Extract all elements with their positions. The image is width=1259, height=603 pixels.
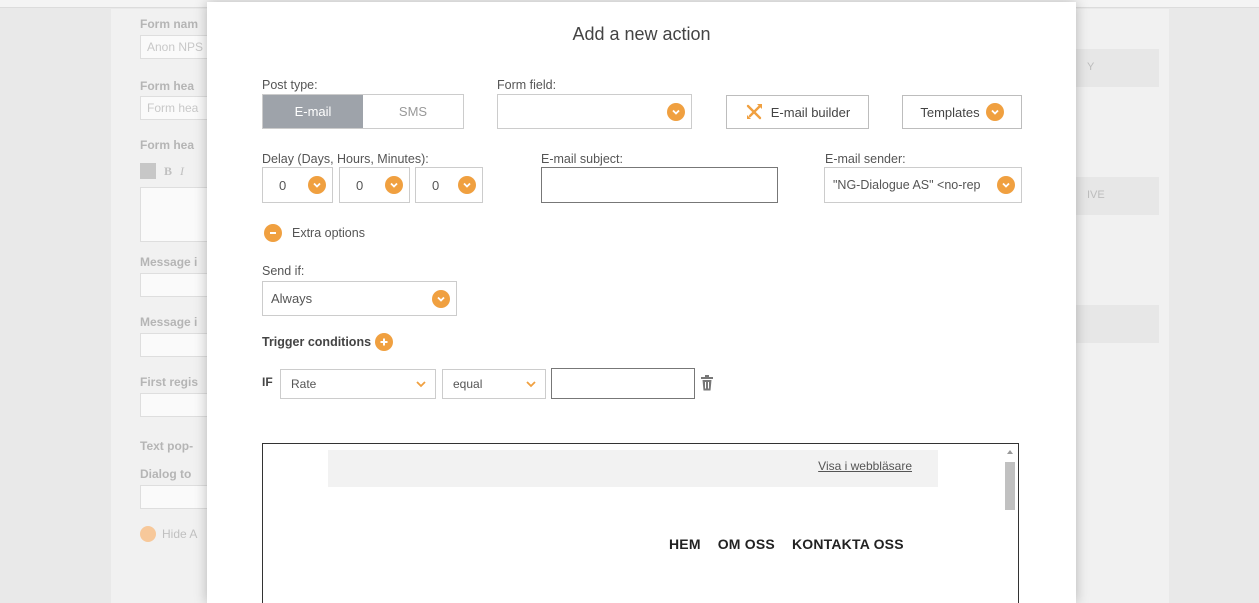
condition-field-value: Rate [291, 377, 317, 391]
chevron-down-icon [526, 381, 536, 388]
bg-form-header-label: Form hea [140, 79, 195, 93]
send-if-label: Send if: [262, 264, 305, 278]
view-in-browser-link[interactable]: Visa i webbläsare [818, 459, 912, 473]
chevron-down-icon [667, 102, 685, 121]
delay-days-value: 0 [279, 177, 287, 193]
bg-italic-icon: I [180, 163, 184, 178]
delay-days-select[interactable]: 0 [262, 167, 333, 203]
bg-format-icon [140, 163, 156, 179]
delay-minutes-value: 0 [432, 177, 440, 193]
chevron-down-icon [458, 176, 476, 194]
extra-options-label: Extra options [292, 226, 365, 240]
send-if-select[interactable]: Always [262, 281, 457, 316]
bg-hide-label: Hide A [162, 527, 198, 541]
preview-nav-contact[interactable]: KONTAKTA OSS [792, 536, 904, 552]
preview-nav: HEM OM OSS KONTAKTA OSS [669, 536, 904, 552]
post-type-toggle: E-mail SMS [262, 94, 464, 129]
bg-form-name-label: Form nam [140, 17, 199, 31]
preview-top-bar: Visa i webbläsare [328, 450, 938, 487]
condition-value-input[interactable] [551, 368, 695, 399]
post-type-email-button[interactable]: E-mail [263, 95, 363, 128]
bg-minus-icon [140, 526, 156, 542]
condition-field-select[interactable]: Rate [280, 369, 436, 399]
extra-options-toggle[interactable]: Extra options [264, 224, 365, 242]
email-builder-button[interactable]: E-mail builder [726, 95, 869, 129]
email-sender-label: E-mail sender: [825, 152, 906, 166]
condition-operator-value: equal [453, 377, 483, 391]
bg-hide-toggle: Hide A [140, 526, 197, 542]
bg-first-reg-label: First regis [140, 375, 199, 389]
templates-button[interactable]: Templates [902, 95, 1022, 129]
background-form: Form nam Anon NPS Form hea Form hea Form… [111, 9, 220, 603]
condition-operator-select[interactable]: equal [442, 369, 546, 399]
templates-label: Templates [920, 104, 980, 120]
post-type-label: Post type: [262, 78, 318, 92]
post-type-sms-button[interactable]: SMS [363, 95, 463, 128]
email-sender-value: "NG-Dialogue AS" <no-rep [833, 178, 981, 192]
form-field-select[interactable] [497, 94, 692, 129]
bg-text-pop-label: Text pop- [140, 439, 194, 453]
preview-nav-home[interactable]: HEM [669, 536, 701, 552]
trigger-conditions: Trigger conditions [262, 333, 394, 351]
bg-message1-label: Message i [140, 255, 198, 269]
preview-scrollbar[interactable] [1002, 444, 1018, 603]
chevron-down-icon [308, 176, 326, 194]
scroll-thumb[interactable] [1005, 462, 1015, 510]
send-if-value: Always [271, 291, 313, 306]
bg-right-bar-3 [1069, 305, 1159, 343]
email-subject-label: E-mail subject: [541, 152, 623, 166]
chevron-down-icon [416, 381, 426, 388]
modal-title: Add a new action [572, 24, 711, 44]
preview-nav-about[interactable]: OM OSS [718, 536, 775, 552]
delay-minutes-select[interactable]: 0 [415, 167, 483, 203]
trigger-conditions-label: Trigger conditions [262, 335, 372, 349]
delay-label: Delay (Days, Hours, Minutes): [262, 152, 429, 166]
delay-hours-value: 0 [356, 177, 364, 193]
email-builder-label: E-mail builder [770, 104, 851, 120]
chevron-down-icon [985, 103, 1004, 121]
email-subject-input[interactable] [541, 167, 778, 203]
email-preview: Visa i webbläsare HEM OM OSS KONTAKTA OS… [262, 443, 1019, 603]
tools-icon [746, 104, 762, 120]
add-condition-plus-icon[interactable] [375, 333, 394, 351]
chevron-down-icon [432, 289, 450, 308]
condition-if-label: IF [262, 375, 273, 389]
chevron-down-icon [385, 176, 403, 194]
chevron-down-icon [997, 176, 1015, 194]
email-sender-select[interactable]: "NG-Dialogue AS" <no-rep [824, 167, 1022, 203]
trash-icon[interactable] [700, 375, 714, 391]
minus-icon [264, 224, 282, 242]
bg-bold-icon: B [163, 163, 172, 178]
bg-dialog-label: Dialog to [140, 467, 192, 481]
delay-hours-select[interactable]: 0 [339, 167, 410, 203]
bg-message2-label: Message i [140, 315, 198, 329]
bg-right-bar-2: IVE [1069, 177, 1159, 215]
add-action-modal: Add a new action Post type: E-mail SMS F… [207, 2, 1076, 603]
bg-right-bar-1: Y [1069, 49, 1159, 87]
bg-form-header2-label: Form hea [140, 138, 195, 152]
scroll-up-icon[interactable] [1007, 450, 1013, 454]
form-field-label: Form field: [497, 78, 557, 92]
